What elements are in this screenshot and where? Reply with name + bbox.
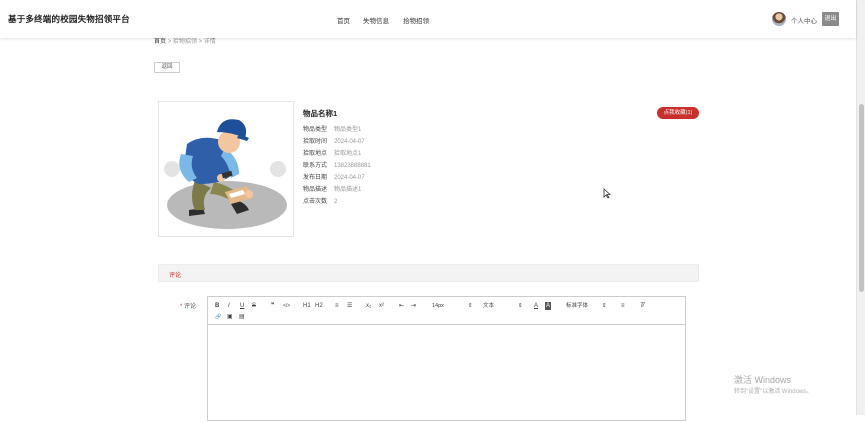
field-value: 物品类型1 xyxy=(334,127,362,133)
comment-field-label: * 评论 xyxy=(180,301,196,310)
editor-toolbar: B I U S ❞ </> H1 H2 ≡ ☰ x₂ x² ⇤ ⇥ 14px ⇕ … xyxy=(208,297,685,325)
item-title: 物品名称1 xyxy=(303,109,338,118)
select-arrows-icon: ⇕ xyxy=(518,303,523,309)
image-icon[interactable]: ▣ xyxy=(227,313,233,321)
field-value: 2024-04-07 xyxy=(334,139,365,145)
info-row-pickup-time: 拾取时间 2024-04-07 xyxy=(303,136,365,145)
field-label: 拾取地点 xyxy=(303,151,328,157)
select-arrows-icon: ⇕ xyxy=(467,303,473,309)
field-label: 拾取时间 xyxy=(303,139,328,145)
field-label: 物品类型 xyxy=(303,127,328,133)
windows-watermark-subtitle: 转到"设置"以激活 Windows。 xyxy=(734,389,813,395)
required-mark: * xyxy=(180,304,183,310)
strike-button[interactable]: S xyxy=(252,302,256,310)
font-family-select[interactable]: 标准字体 ⇕ xyxy=(566,302,607,310)
top-navbar: 基于多终端的校园失物招领平台 首页 失物信息 拾物招领 个人中心 退出 xyxy=(0,0,856,38)
heading-select[interactable]: 文本 ⇕ xyxy=(483,302,523,310)
logout-button[interactable]: 退出 xyxy=(822,12,839,26)
outdent-button[interactable]: ⇤ xyxy=(399,302,404,310)
font-color-button[interactable]: A xyxy=(534,302,538,310)
field-label: 点击次数 xyxy=(303,199,328,205)
ordered-list-button[interactable]: ≡ xyxy=(335,302,339,310)
info-row-publish-date: 发布日期 2024-04-07 xyxy=(303,172,365,181)
heading-value: 文本 xyxy=(483,303,495,309)
user-center-link[interactable]: 个人中心 xyxy=(791,15,817,25)
breadcrumb-current: 详情 xyxy=(203,39,216,45)
mouse-cursor-icon xyxy=(603,188,611,199)
rich-text-editor: B I U S ❞ </> H1 H2 ≡ ☰ x₂ x² ⇤ ⇥ 14px ⇕ … xyxy=(207,296,686,421)
video-icon[interactable]: ▤ xyxy=(239,313,245,321)
field-label: 物品描述 xyxy=(303,187,328,193)
comment-label-text: 评论 xyxy=(184,304,197,310)
font-size-value: 14px xyxy=(432,303,444,309)
field-value: 物品描述1 xyxy=(334,187,362,193)
heading1-button[interactable]: H1 xyxy=(303,302,311,310)
subscript-button[interactable]: x₂ xyxy=(366,302,371,310)
breadcrumb-home[interactable]: 首页 xyxy=(154,39,166,45)
field-label: 发布日期 xyxy=(303,175,328,181)
info-row-type: 物品类型 物品类型1 xyxy=(303,124,361,133)
editor-content-area[interactable] xyxy=(208,325,685,422)
info-row-pickup-place: 拾取地点 拾取地点1 xyxy=(303,148,361,157)
bullet-list-button[interactable]: ☰ xyxy=(347,302,352,310)
italic-button[interactable]: I xyxy=(228,302,230,310)
site-brand[interactable]: 基于多终端的校园失物招领平台 xyxy=(8,13,130,25)
link-icon[interactable]: 🔗 xyxy=(215,313,221,321)
code-button[interactable]: </> xyxy=(283,302,290,310)
font-family-value: 标准字体 xyxy=(566,303,589,309)
comment-section-header: 评论 xyxy=(158,264,699,282)
align-button[interactable]: ≡ xyxy=(621,302,625,310)
nav-home[interactable]: 首页 xyxy=(337,15,350,25)
page-scrollbar[interactable] xyxy=(856,0,865,415)
carousel-prev-button[interactable] xyxy=(164,161,180,177)
heading2-button[interactable]: H2 xyxy=(315,302,323,310)
carousel-next-button[interactable] xyxy=(270,161,286,177)
item-image-carousel xyxy=(158,101,294,237)
indent-button[interactable]: ⇥ xyxy=(411,302,416,310)
clear-format-button[interactable]: T̸ xyxy=(640,302,644,310)
comment-section-title: 评论 xyxy=(169,273,182,279)
field-label: 联系方式 xyxy=(303,163,328,169)
favorite-button[interactable]: 点我收藏(1) xyxy=(657,107,699,119)
info-row-contact: 联系方式 13823888881 xyxy=(303,160,371,169)
quote-button[interactable]: ❞ xyxy=(271,302,275,310)
nav-found-items[interactable]: 拾物招领 xyxy=(403,15,429,25)
select-arrows-icon: ⇕ xyxy=(602,303,607,309)
superscript-button[interactable]: x² xyxy=(379,302,384,310)
back-button[interactable]: 返回 xyxy=(154,62,180,73)
avatar[interactable] xyxy=(772,12,786,26)
breadcrumb-separator: > xyxy=(198,39,203,45)
windows-watermark-title: 激活 Windows xyxy=(734,375,792,385)
scrollbar-thumb[interactable] xyxy=(859,104,864,292)
font-size-select[interactable]: 14px ⇕ xyxy=(432,302,473,310)
breadcrumb-section[interactable]: 拾物招领 xyxy=(173,39,197,45)
background-color-button[interactable]: A xyxy=(545,302,552,310)
breadcrumb-separator: > xyxy=(167,39,172,45)
field-value: 2024-04-07 xyxy=(334,175,365,181)
info-row-description: 物品描述 物品描述1 xyxy=(303,184,361,193)
field-value: 拾取地点1 xyxy=(334,151,362,157)
field-value: 13823888881 xyxy=(334,163,371,169)
nav-lost-items[interactable]: 失物信息 xyxy=(363,15,389,25)
info-row-click-count: 点击次数 2 xyxy=(303,196,337,205)
underline-button[interactable]: U xyxy=(240,302,244,310)
field-value: 2 xyxy=(334,199,338,205)
bold-button[interactable]: B xyxy=(215,302,219,310)
